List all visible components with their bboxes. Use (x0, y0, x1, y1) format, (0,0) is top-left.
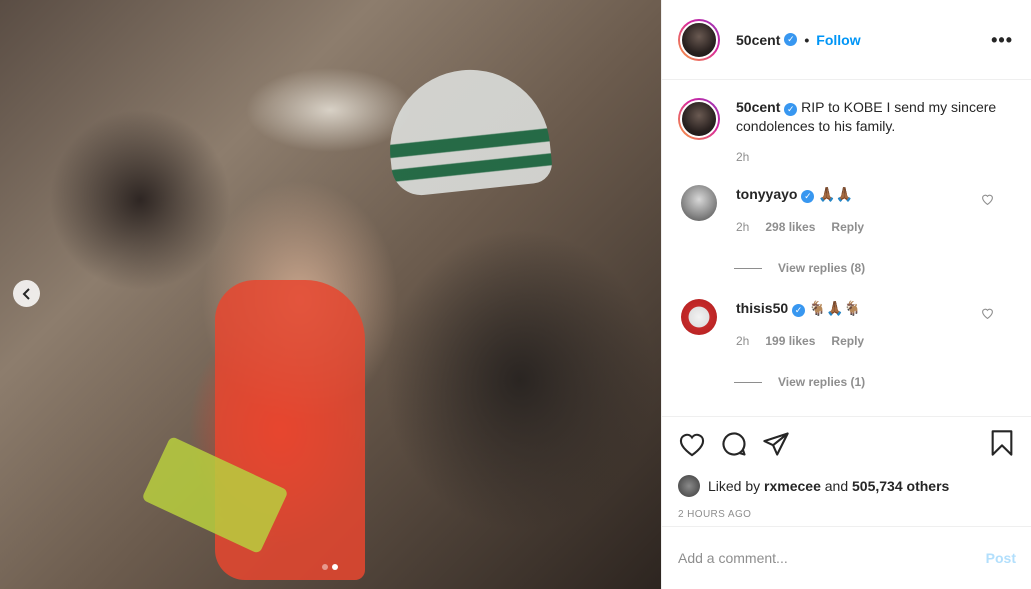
comment-input[interactable] (678, 550, 986, 566)
heart-icon[interactable] (678, 431, 706, 457)
more-icon[interactable]: ••• (991, 30, 1013, 51)
post-header: 50cent ✓ • Follow ••• (662, 0, 1031, 80)
caption: 50cent ✓ RIP to KOBE I send my sincere c… (678, 98, 1016, 167)
comment-item: tonyyayo ✓ 🙏🏾🙏🏾 2h 298 likes Reply (678, 185, 1016, 237)
comment-like-heart-icon[interactable] (981, 307, 994, 319)
comment-text: 🐐🙏🏾🐐 (808, 300, 862, 316)
author-avatar[interactable] (678, 18, 720, 61)
chevron-left-icon (22, 287, 30, 300)
verified-icon: ✓ (801, 190, 815, 203)
view-replies-line (734, 267, 762, 269)
author-line: 50cent ✓ • Follow (736, 32, 861, 48)
comment-likes[interactable]: 298 likes (765, 218, 815, 237)
caption-username[interactable]: 50cent (736, 99, 780, 115)
view-replies-label: View replies (1) (778, 375, 866, 389)
view-replies-label: View replies (8) (778, 261, 866, 275)
verified-icon: ✓ (784, 103, 798, 116)
comment-text: 🙏🏾🙏🏾 (818, 186, 854, 202)
comments-list[interactable]: 50cent ✓ RIP to KOBE I send my sincere c… (662, 80, 1031, 416)
author-username[interactable]: 50cent (736, 32, 780, 48)
view-replies-button[interactable]: View replies (8) (734, 261, 1016, 275)
liked-by-others[interactable]: 505,734 others (852, 478, 949, 494)
comment-username[interactable]: tonyyayo (736, 186, 797, 202)
post-timestamp[interactable]: 2 HOURS AGO (678, 509, 1016, 520)
add-comment-bar: Post (662, 526, 1031, 589)
comment-meta: 2h 199 likes Reply (736, 332, 864, 351)
liked-by-prefix: Liked by (708, 478, 761, 494)
liked-by-connector: and (824, 478, 849, 494)
share-icon[interactable] (762, 431, 790, 457)
carousel-dot-2 (332, 564, 338, 570)
caption-body: 50cent ✓ RIP to KOBE I send my sincere c… (736, 98, 1016, 167)
view-replies-line (734, 381, 762, 383)
liked-by-user[interactable]: rxmecee (764, 478, 821, 494)
comment-icon[interactable] (720, 430, 748, 458)
comment-body: thisis50 ✓ 🐐🙏🏾🐐 2h 199 likes Reply (736, 299, 864, 351)
comment-avatar[interactable] (681, 299, 717, 335)
post-side-panel: 50cent ✓ • Follow ••• 50cent ✓ RIP to KO… (661, 0, 1031, 589)
comment-like-heart-icon[interactable] (981, 193, 994, 205)
action-icons (678, 429, 1016, 459)
comment-body: tonyyayo ✓ 🙏🏾🙏🏾 2h 298 likes Reply (736, 185, 864, 237)
post-photo[interactable] (0, 0, 661, 589)
photo-detail-hat (382, 61, 554, 199)
post-actions: Liked by rxmecee and 505,734 others 2 HO… (662, 416, 1031, 526)
follow-button[interactable]: Follow (816, 32, 860, 48)
comment-meta: 2h 298 likes Reply (736, 218, 864, 237)
liker-avatar[interactable] (678, 475, 700, 497)
comment-item: thisis50 ✓ 🐐🙏🏾🐐 2h 199 likes Reply (678, 299, 1016, 351)
caption-meta: 2h (736, 148, 1016, 167)
view-replies-button[interactable]: View replies (1) (734, 375, 1016, 389)
carousel-prev-button[interactable] (13, 280, 40, 307)
verified-icon: ✓ (784, 33, 798, 46)
comment-avatar[interactable] (681, 185, 717, 221)
comment-likes[interactable]: 199 likes (765, 332, 815, 351)
reply-button[interactable]: Reply (831, 332, 864, 351)
reply-button[interactable]: Reply (831, 218, 864, 237)
comment-username[interactable]: thisis50 (736, 300, 788, 316)
caption-author-avatar[interactable] (678, 98, 720, 140)
post-comment-button[interactable]: Post (986, 550, 1016, 566)
liked-by: Liked by rxmecee and 505,734 others (678, 475, 1016, 497)
caption-time[interactable]: 2h (736, 148, 749, 167)
separator-dot: • (804, 31, 810, 48)
comment-time[interactable]: 2h (736, 332, 749, 351)
comment-time[interactable]: 2h (736, 218, 749, 237)
carousel-dot-1 (322, 564, 328, 570)
carousel-dots (322, 564, 338, 570)
verified-icon: ✓ (792, 304, 806, 317)
bookmark-icon[interactable] (990, 429, 1014, 457)
